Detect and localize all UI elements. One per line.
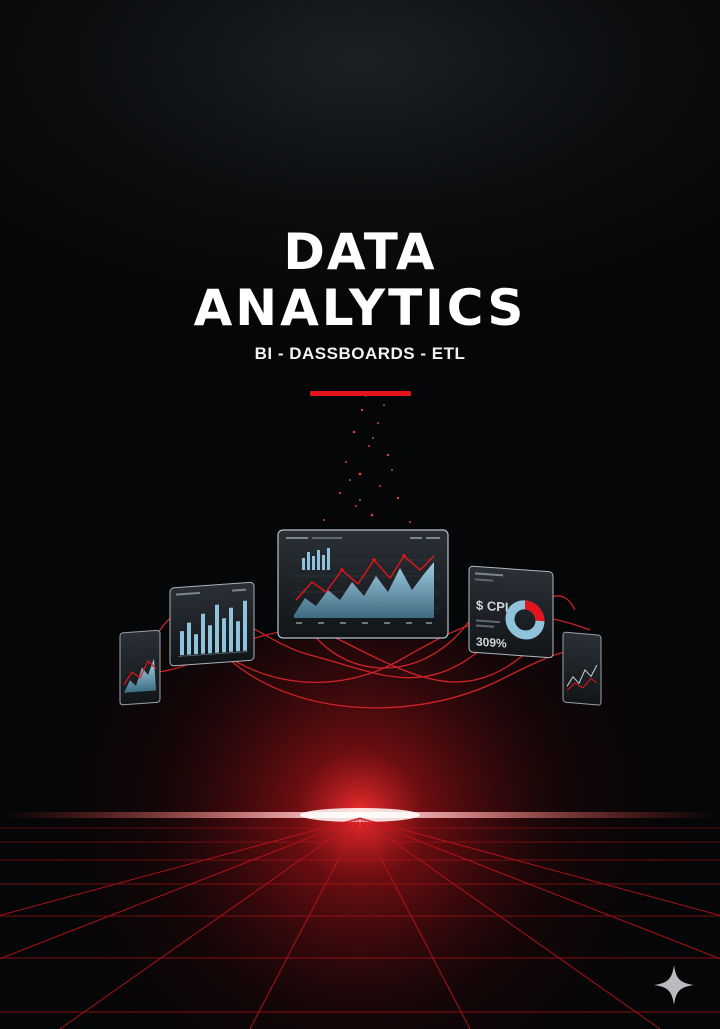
screen-center-main	[277, 529, 449, 639]
accent-divider	[310, 391, 411, 396]
poster: $ CPI 309% DATA ANALYTICS BI - DASSBOARD…	[0, 0, 720, 1029]
screen-far-right	[562, 631, 602, 706]
screen-right-kpi: $ CPI 309%	[468, 565, 554, 659]
screen-far-left	[119, 629, 161, 706]
kpi-label: $ CPI	[476, 598, 508, 615]
sparkle-icon	[654, 965, 694, 1005]
kpi-value: 309%	[476, 635, 507, 651]
scene-artwork: $ CPI 309%	[0, 395, 720, 1029]
horizon-glow	[0, 640, 720, 1029]
title-line-2: ANALYTICS	[193, 279, 527, 337]
particles	[323, 395, 411, 523]
subtitle: BI - DASSBOARDS - ETL	[254, 344, 466, 363]
screen-left-bars	[169, 581, 255, 667]
title-line-1: DATA	[283, 223, 437, 281]
